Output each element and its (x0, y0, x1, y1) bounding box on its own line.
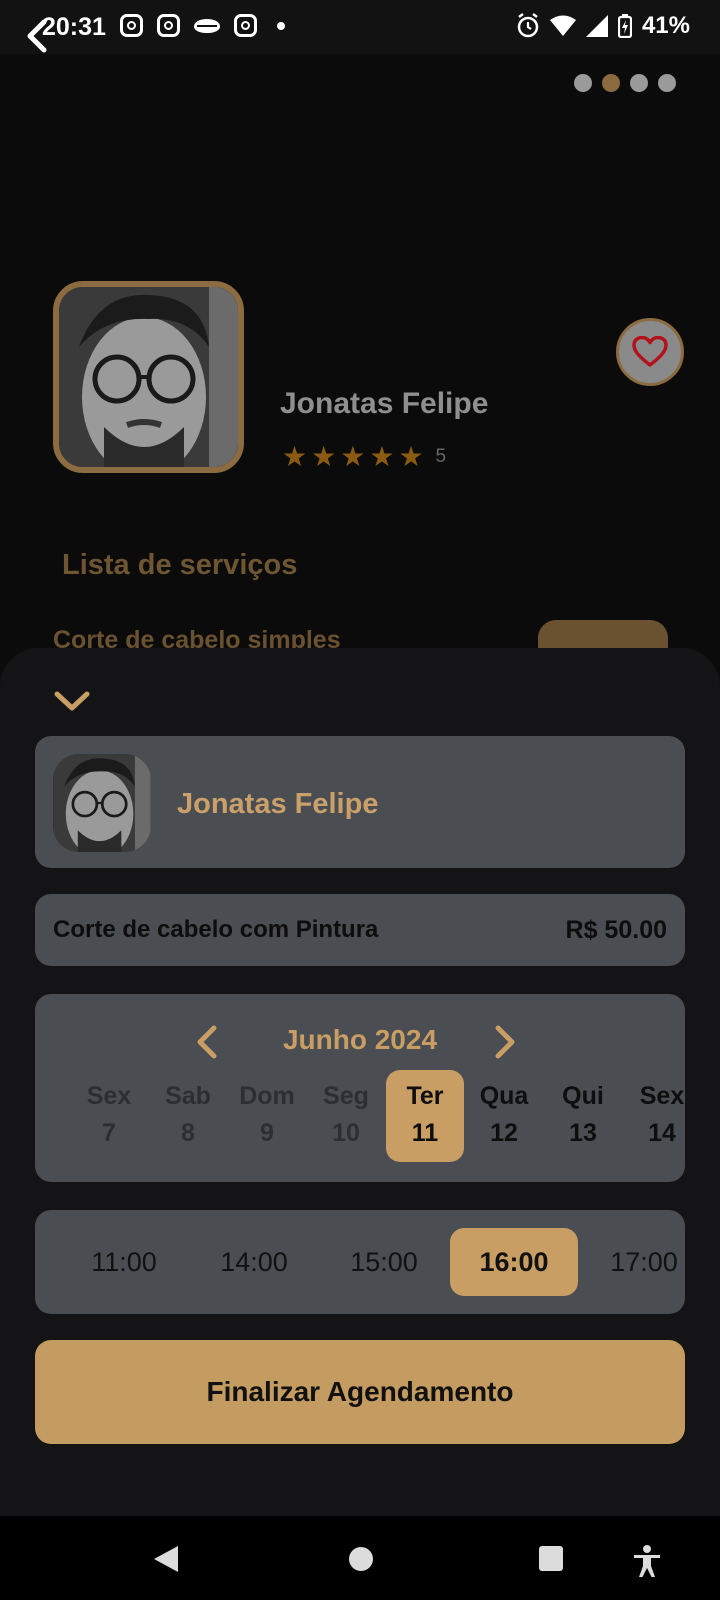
instagram-icon (234, 14, 257, 37)
month-label: Junho 2024 (282, 1024, 438, 1055)
heart-icon (632, 336, 668, 367)
navigation-bar (0, 1516, 720, 1600)
day-cell[interactable]: Sex 14 (623, 1070, 685, 1162)
barber-avatar (53, 754, 151, 852)
instagram-icon (120, 14, 143, 37)
battery-level: 41% (641, 12, 690, 39)
barber-name: Jonatas Felipe (177, 788, 379, 820)
selected-service-card[interactable]: Corte de cabelo com Pintura R$ 50.00 (35, 894, 685, 966)
service-name: Corte de cabelo com Pintura (53, 916, 379, 943)
day-number: 9 (260, 1119, 274, 1147)
star-icon: ★ (311, 441, 337, 472)
nav-home-icon[interactable] (348, 1544, 374, 1574)
barber-card[interactable]: Jonatas Felipe (35, 736, 685, 868)
day-cell[interactable]: Sex 7 (70, 1070, 148, 1162)
day-cell[interactable]: Sab 8 (149, 1070, 227, 1162)
day-number: 12 (490, 1119, 518, 1147)
system-icons: 41% (516, 12, 690, 40)
instagram-icon (157, 14, 180, 37)
carousel-dot[interactable] (658, 74, 676, 92)
battery-icon (617, 14, 632, 38)
day-name: Sex (639, 1082, 685, 1110)
day-name: Qua (479, 1082, 529, 1110)
services-title: Lista de serviços (62, 549, 298, 581)
day-number: 14 (648, 1119, 676, 1147)
star-icon: ★ (369, 441, 395, 472)
day-name: Dom (239, 1082, 295, 1110)
day-number: 7 (102, 1119, 116, 1147)
carousel-dot-active[interactable] (602, 74, 620, 92)
barber-photo (53, 281, 244, 473)
day-number: 10 (332, 1119, 360, 1147)
day-number: 13 (569, 1119, 597, 1147)
status-time: 20:31 (42, 13, 106, 41)
time-slot[interactable]: 16:00 (450, 1228, 578, 1296)
time-slot[interactable]: 11:00 (60, 1228, 188, 1296)
time-slot[interactable]: 15:00 (320, 1228, 448, 1296)
day-cell[interactable]: Ter 11 (386, 1070, 464, 1162)
lips-icon (194, 18, 220, 33)
time-slot[interactable]: 14:00 (190, 1228, 318, 1296)
carousel-dot[interactable] (630, 74, 648, 92)
day-number: 8 (181, 1119, 195, 1147)
finish-booking-button[interactable]: Finalizar Agendamento (35, 1340, 685, 1444)
chevron-down-icon[interactable] (52, 686, 92, 716)
nav-back-icon[interactable] (152, 1544, 180, 1574)
barber-portrait-image (53, 754, 151, 852)
alarm-icon (517, 13, 539, 38)
star-icon: ★ (398, 441, 424, 472)
nav-recents-icon[interactable] (538, 1544, 564, 1574)
time-picker: 11:00 14:00 15:00 16:00 17:00 (35, 1210, 685, 1314)
day-cell[interactable]: Qua 12 (465, 1070, 543, 1162)
signal-icon (585, 15, 608, 37)
status-bar: 20:31 41% (0, 0, 720, 54)
profile-name: Jonatas Felipe (280, 387, 489, 420)
time-slots-row: 11:00 14:00 15:00 16:00 17:00 (60, 1228, 685, 1296)
days-row: Sex 7 Sab 8 Dom 9 Seg 10 Ter 11 Qua 12 Qui 13 S… (70, 1070, 685, 1162)
rating-value: 5 (435, 446, 447, 467)
favorite-button[interactable] (616, 318, 684, 386)
service-price: R$ 50.00 (565, 916, 667, 944)
rating: ★ ★ ★ ★ ★ 5 (282, 443, 446, 471)
booking-sheet: Jonatas Felipe Corte de cabelo com Pintu… (0, 648, 720, 1516)
notification-icons (120, 14, 285, 37)
day-name: Ter (406, 1082, 444, 1110)
day-name: Sex (86, 1082, 132, 1110)
day-number: 11 (411, 1119, 439, 1147)
star-icon: ★ (340, 441, 366, 472)
chevron-right-icon[interactable] (492, 1024, 520, 1060)
more-notifications-icon (277, 21, 285, 30)
day-cell[interactable]: Dom 9 (228, 1070, 306, 1162)
wifi-icon (549, 15, 576, 36)
day-cell[interactable]: Qui 13 (544, 1070, 622, 1162)
day-name: Sab (165, 1082, 211, 1110)
carousel-dot[interactable] (574, 74, 592, 92)
day-cell[interactable]: Seg 10 (307, 1070, 385, 1162)
day-name: Seg (323, 1082, 369, 1110)
date-picker: Junho 2024 Sex 7 Sab 8 Dom 9 Seg 10 Ter 11 Qu… (35, 994, 685, 1182)
star-icon: ★ (282, 441, 308, 472)
barber-portrait-image (59, 287, 238, 467)
carousel-indicator (574, 74, 676, 92)
time-slot[interactable]: 17:00 (580, 1228, 685, 1296)
day-name: Qui (562, 1082, 604, 1110)
accessibility-icon[interactable] (632, 1544, 662, 1578)
